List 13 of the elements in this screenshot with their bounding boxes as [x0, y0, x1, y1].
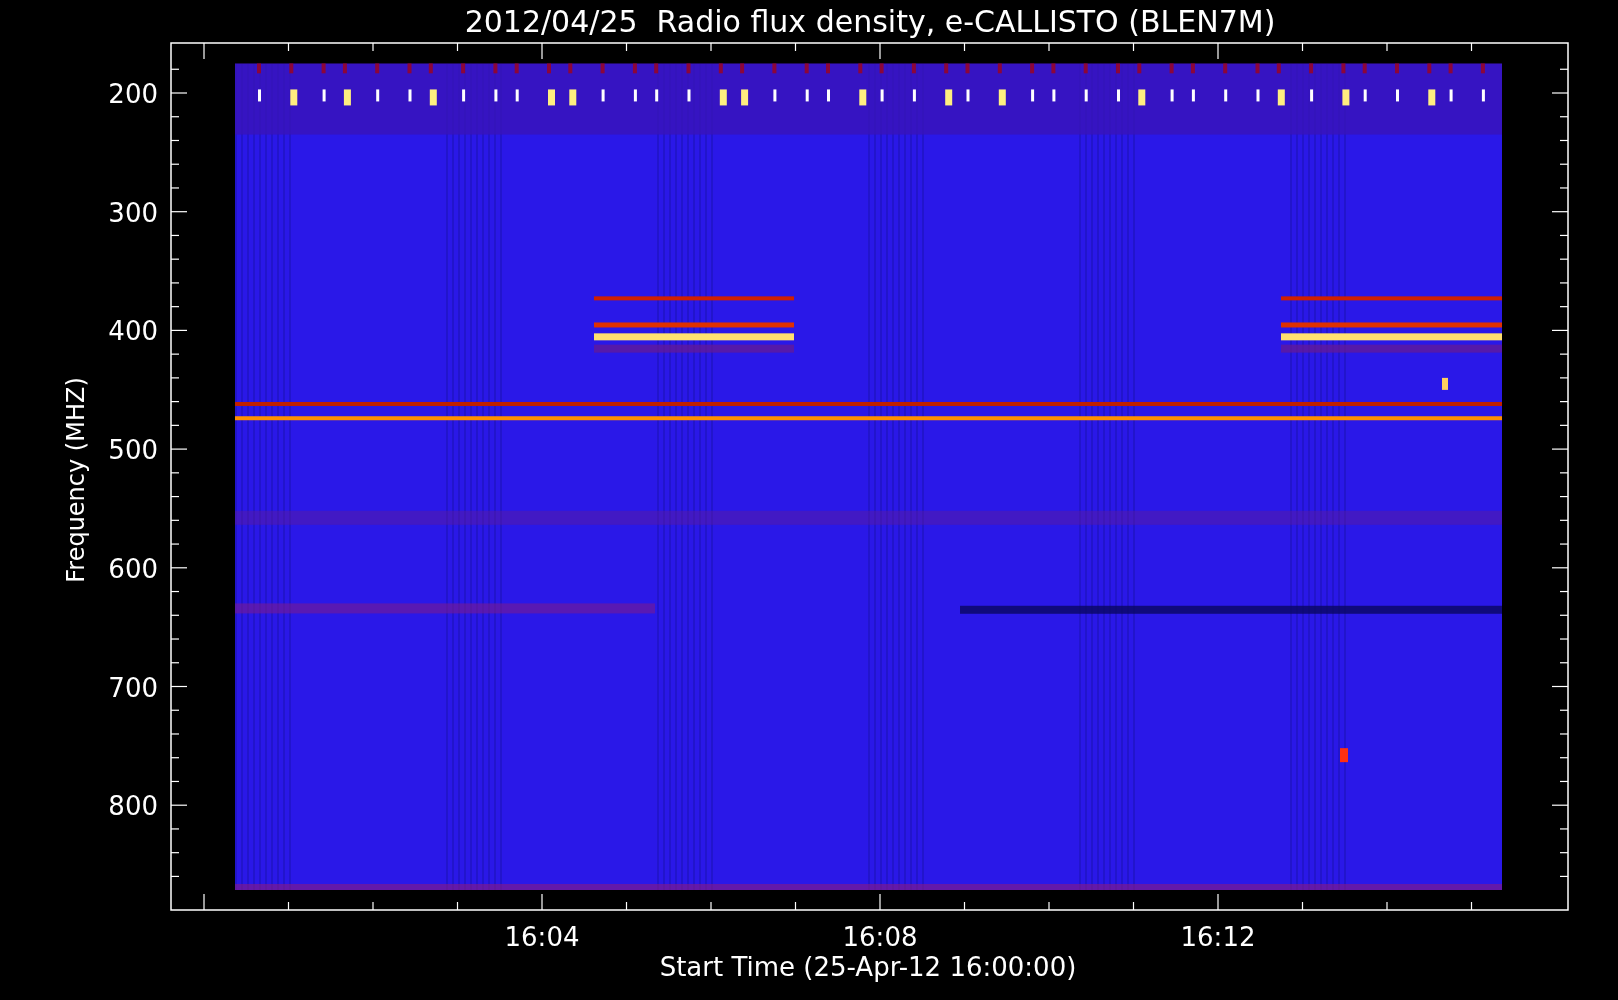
chart-title: 2012/04/25 Radio flux density, e-CALLISTO (BLEN7M) [464, 4, 1276, 39]
y-tick-label: 500 [108, 435, 158, 466]
y-axis-label: Frequency (MHZ) [62, 377, 90, 583]
x-tick-label: 16:08 [842, 922, 918, 952]
y-tick-label: 400 [108, 316, 158, 347]
x-tick-label: 16:04 [504, 922, 580, 952]
y-tick-label: 200 [108, 79, 158, 109]
x-tick-label: 16:12 [1180, 922, 1256, 952]
y-tick-label: 800 [108, 791, 158, 822]
y-tick-label: 700 [108, 672, 158, 703]
y-tick-label: 300 [108, 197, 158, 228]
y-tick-label: 600 [108, 553, 158, 584]
x-axis-label: Start Time (25-Apr-12 16:00:00) [659, 952, 1077, 982]
